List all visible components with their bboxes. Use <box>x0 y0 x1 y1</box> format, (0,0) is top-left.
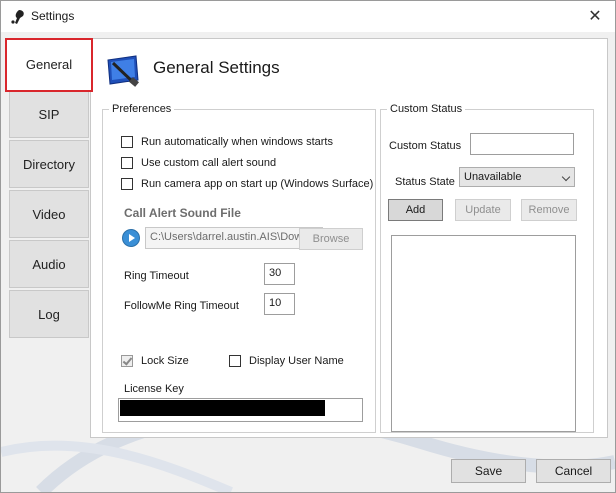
save-button[interactable]: Save <box>451 459 526 483</box>
update-button[interactable]: Update <box>455 199 511 221</box>
title-bar: Settings ✕ <box>1 1 615 32</box>
chevron-down-icon <box>561 172 571 182</box>
display-user-name-label: Display User Name <box>249 355 344 367</box>
checkbox-box[interactable] <box>121 355 133 367</box>
add-button[interactable]: Add <box>388 199 443 221</box>
redaction-bar <box>120 400 325 416</box>
lock-size-checkbox[interactable]: Lock Size <box>121 353 189 369</box>
page-title: General Settings <box>153 58 280 77</box>
followme-timeout-input[interactable]: 10 <box>264 293 295 315</box>
custom-alert-sound-label: Use custom call alert sound <box>141 157 277 169</box>
tab-video[interactable]: Video <box>9 190 89 238</box>
settings-screen-icon <box>107 55 139 87</box>
general-settings-panel: General Settings Preferences Run automat… <box>90 38 608 438</box>
run-camera-app-checkbox[interactable]: Run camera app on start up (Windows Surf… <box>121 176 373 192</box>
custom-status-label: Custom Status <box>389 140 462 152</box>
tab-general[interactable]: General <box>5 38 93 92</box>
custom-status-list[interactable] <box>391 235 576 432</box>
run-on-startup-label: Run automatically when windows starts <box>141 136 333 148</box>
tab-sip[interactable]: SIP <box>9 90 89 138</box>
cancel-button[interactable]: Cancel <box>536 459 611 483</box>
tab-audio[interactable]: Audio <box>9 240 89 288</box>
preferences-legend: Preferences <box>112 103 172 115</box>
custom-status-legend: Custom Status <box>390 103 463 115</box>
app-logo-icon <box>11 10 24 24</box>
custom-alert-sound-checkbox[interactable]: Use custom call alert sound <box>121 155 276 171</box>
ring-timeout-input[interactable]: 30 <box>264 263 295 285</box>
custom-status-input[interactable] <box>470 133 574 155</box>
display-user-name-checkbox[interactable]: Display User Name <box>229 353 344 369</box>
followme-timeout-label: FollowMe Ring Timeout <box>124 300 239 312</box>
remove-button[interactable]: Remove <box>521 199 577 221</box>
status-state-label: Status State <box>395 176 455 188</box>
preferences-group: Preferences Run automatically when windo… <box>102 103 376 433</box>
checkbox-box[interactable] <box>121 178 133 190</box>
tab-directory[interactable]: Directory <box>9 140 89 188</box>
settings-window: Settings ✕ General SIP Directory Video A… <box>0 0 616 493</box>
license-key-input[interactable] <box>118 398 363 422</box>
close-button[interactable]: ✕ <box>575 1 615 32</box>
custom-status-group: Custom Status Custom Status Status State… <box>380 103 594 433</box>
browse-button[interactable]: Browse <box>299 228 363 250</box>
run-on-startup-checkbox[interactable]: Run automatically when windows starts <box>121 134 333 150</box>
checkbox-box[interactable] <box>121 157 133 169</box>
sound-file-path-input[interactable]: C:\Users\darrel.austin.AIS\Dow <box>145 227 323 249</box>
checkbox-box[interactable] <box>121 136 133 148</box>
lock-size-label: Lock Size <box>141 355 189 367</box>
license-key-label: License Key <box>124 383 184 395</box>
run-camera-app-label: Run camera app on start up (Windows Surf… <box>141 178 374 190</box>
window-title: Settings <box>31 9 75 23</box>
status-state-value: Unavailable <box>464 171 522 183</box>
play-sound-button[interactable] <box>122 229 140 247</box>
tab-log[interactable]: Log <box>9 290 89 338</box>
checkbox-box[interactable] <box>229 355 241 367</box>
ring-timeout-label: Ring Timeout <box>124 270 189 282</box>
status-state-select[interactable]: Unavailable <box>459 167 575 187</box>
call-alert-heading: Call Alert Sound File <box>124 206 241 220</box>
